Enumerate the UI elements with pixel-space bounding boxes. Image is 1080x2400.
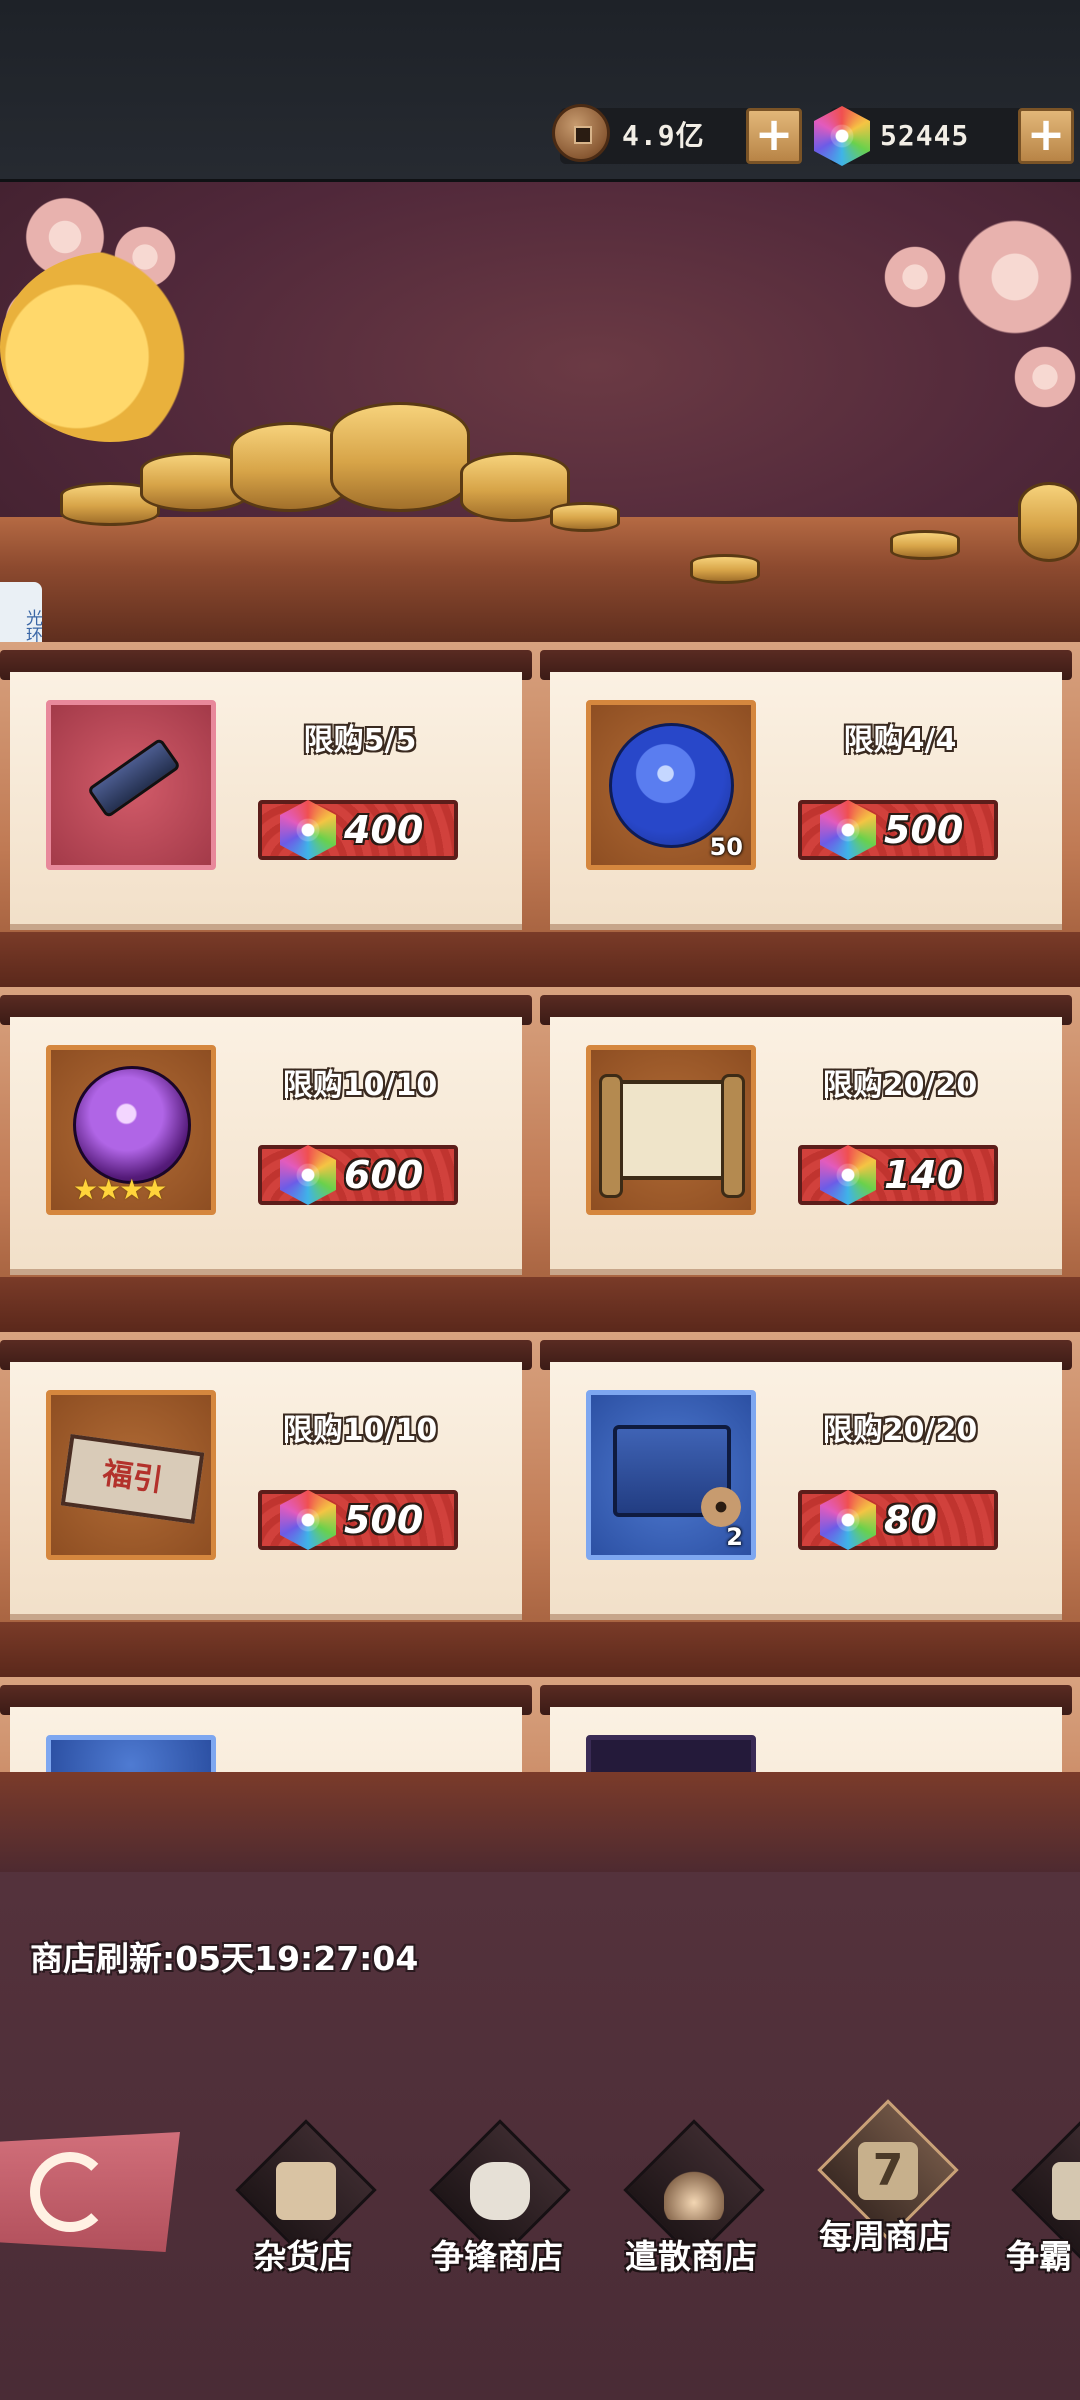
shop-item-card[interactable]: 限购5/5 400 — [0, 650, 532, 930]
cherry-blossom-decoration — [1010, 342, 1080, 412]
item-frame: 50 — [586, 700, 756, 870]
price-value: 600 — [344, 1153, 424, 1197]
price-value: 80 — [884, 1498, 937, 1542]
coin-amount: 4.9亿 — [622, 119, 705, 152]
cherry-blossom-decoration — [950, 212, 1080, 342]
beast-icon — [1052, 2162, 1080, 2220]
golden-cloud-decoration — [0, 252, 220, 442]
shop-grid: 限购5/5 400 50 限购4/4 500 ★★★★ 限购10/10 600 — [0, 642, 1080, 1772]
flame-icon — [664, 2162, 724, 2220]
gold-coin-stack — [550, 502, 620, 532]
gold-coin-stack — [1018, 482, 1080, 562]
add-gems-button[interactable]: + — [1018, 108, 1074, 164]
shop-footer: 商店刷新:05天19:27:04 杂货店 争锋商店 遣散商店 7 每周商店 争霸 — [0, 1772, 1080, 2400]
tab-contest-shop[interactable]: 争锋商店 — [412, 2119, 582, 2292]
item-frame: 2 — [586, 1390, 756, 1560]
rainbow-gem-icon — [820, 800, 876, 860]
calendar-seven-icon: 7 — [858, 2142, 918, 2200]
item-quantity: 2 — [726, 1523, 743, 1551]
rainbow-gem-icon — [280, 1490, 336, 1550]
buy-button[interactable]: 80 — [798, 1490, 998, 1550]
price-value: 140 — [884, 1153, 964, 1197]
shop-refresh-timer: 商店刷新:05天19:27:04 — [30, 1939, 419, 1978]
item-frame — [46, 1735, 216, 1772]
tab-dismiss-shop[interactable]: 遣散商店 — [606, 2119, 776, 2292]
scroll-icon — [86, 737, 182, 819]
tab-hegemony-shop[interactable]: 争霸 — [994, 2119, 1080, 2292]
tab-label: 每周商店 — [819, 2217, 951, 2256]
box-icon — [276, 2162, 336, 2220]
purchase-limit: 限购10/10 — [282, 1068, 438, 1103]
rainbow-gem-icon — [280, 800, 336, 860]
add-coins-button[interactable]: + — [746, 108, 802, 164]
blue-treasure-box-icon — [613, 1425, 741, 1527]
shop-item-card[interactable]: ★★★★ 限购10/10 600 — [0, 995, 532, 1275]
fortune-banner-icon: 福引 — [60, 1433, 205, 1525]
rainbow-gem-icon — [820, 1145, 876, 1205]
item-frame: ★★★★ — [46, 1045, 216, 1215]
item-frame — [586, 1735, 756, 1772]
buy-button[interactable]: 600 — [258, 1145, 458, 1205]
swirl-icon — [30, 2152, 110, 2232]
tab-weekly-shop[interactable]: 7 每周商店 — [800, 2099, 970, 2272]
copper-coin-icon — [552, 104, 610, 162]
rock-icon — [470, 2162, 530, 2220]
top-status-bar: 4.9亿 + 52445 + — [0, 0, 1080, 182]
shop-tab-bar: 杂货店 争锋商店 遣散商店 7 每周商店 争霸 — [0, 2099, 1080, 2400]
purchase-limit: 限购20/20 — [822, 1413, 978, 1448]
shop-item-card[interactable] — [540, 1685, 1072, 1772]
buy-button[interactable]: 400 — [258, 800, 458, 860]
buy-button[interactable]: 140 — [798, 1145, 998, 1205]
tab-general-store[interactable]: 杂货店 — [218, 2119, 388, 2292]
item-frame — [586, 1045, 756, 1215]
blue-orb-icon — [609, 723, 734, 848]
rainbow-gem-icon — [820, 1490, 876, 1550]
cherry-blossom-decoration — [880, 242, 950, 312]
star-rating: ★★★★ — [73, 1173, 167, 1206]
shop-item-card[interactable]: 限购20/20 140 — [540, 995, 1072, 1275]
shop-item-card[interactable]: 50 限购4/4 500 — [540, 650, 1072, 930]
price-value: 500 — [884, 808, 964, 852]
shop-item-card[interactable] — [0, 1685, 532, 1772]
shop-banner — [0, 182, 1080, 642]
tab-label: 争锋商店 — [431, 2237, 563, 2276]
gold-coin — [890, 530, 960, 560]
purchase-limit: 限购4/4 — [843, 723, 957, 758]
item-quantity: 50 — [709, 833, 743, 861]
tab-label: 遣散商店 — [625, 2237, 757, 2276]
back-home-button[interactable] — [0, 2132, 180, 2252]
shop-item-card[interactable]: 福引 限购10/10 500 — [0, 1340, 532, 1620]
price-value: 500 — [344, 1498, 424, 1542]
tab-label: 争霸 — [1006, 2237, 1072, 2276]
purchase-limit: 限购20/20 — [822, 1068, 978, 1103]
price-value: 400 — [344, 808, 424, 852]
gem-amount: 52445 — [880, 119, 970, 152]
rainbow-gem-icon — [280, 1145, 336, 1205]
purchase-limit: 限购5/5 — [303, 723, 417, 758]
buy-button[interactable]: 500 — [258, 1490, 458, 1550]
buy-button[interactable]: 500 — [798, 800, 998, 860]
map-scroll-icon — [599, 1074, 745, 1198]
shop-item-card[interactable]: 2 限购20/20 80 — [540, 1340, 1072, 1620]
item-frame — [46, 700, 216, 870]
purple-soul-orb-icon — [73, 1066, 191, 1184]
tab-label: 杂货店 — [253, 2237, 353, 2276]
gold-coin — [690, 554, 760, 584]
gold-coin-stack — [330, 402, 470, 512]
purchase-limit: 限购10/10 — [282, 1413, 438, 1448]
item-frame: 福引 — [46, 1390, 216, 1560]
